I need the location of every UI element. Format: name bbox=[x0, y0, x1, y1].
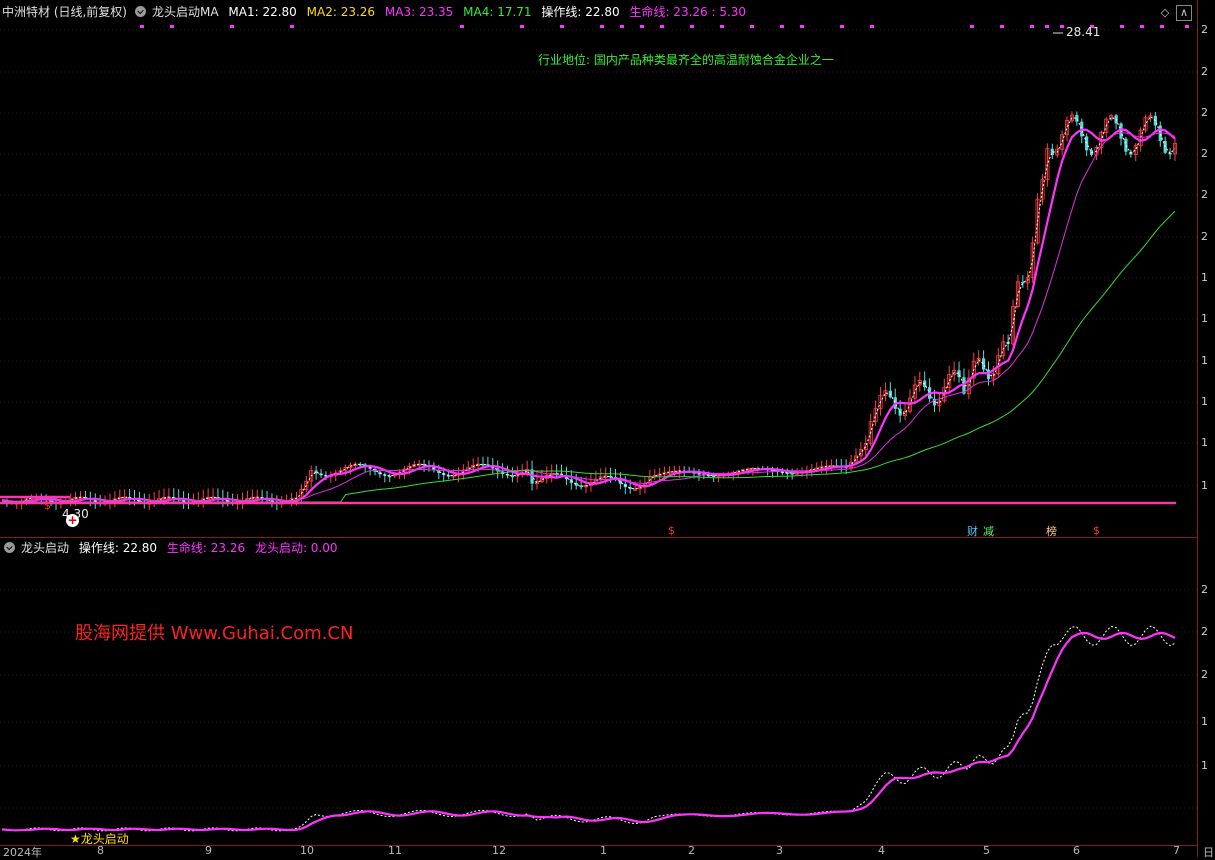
signal-dot bbox=[460, 25, 464, 28]
y-tick: 2 bbox=[1201, 147, 1208, 160]
signal-dot bbox=[1140, 25, 1144, 28]
y-tick: 2 bbox=[1201, 625, 1208, 638]
dollar-mark-2[interactable]: $ bbox=[1093, 524, 1100, 537]
x-tick: 2 bbox=[688, 844, 695, 857]
y-tick: 1 bbox=[1201, 312, 1208, 325]
signal-dot bbox=[750, 25, 754, 28]
x-tick: 6 bbox=[1073, 844, 1080, 857]
signal-dot bbox=[170, 25, 174, 28]
signal-dot bbox=[1160, 25, 1164, 28]
signal-text: 龙头启动 bbox=[80, 832, 129, 846]
y-tick: 1 bbox=[1201, 479, 1208, 492]
y-tick: 1 bbox=[1201, 759, 1208, 772]
x-tick: 3 bbox=[776, 844, 783, 857]
signal-dot bbox=[1060, 25, 1064, 28]
x-tick: 12 bbox=[492, 844, 506, 857]
signal-dot bbox=[1185, 25, 1189, 28]
dollar-mark-3[interactable]: $ bbox=[44, 499, 51, 512]
x-tick: 11 bbox=[388, 844, 402, 857]
x-tick: 7 bbox=[1173, 844, 1180, 857]
x-tick: 9 bbox=[205, 844, 212, 857]
signal-dot bbox=[520, 25, 524, 28]
x-tick: 5 bbox=[983, 844, 990, 857]
signal-dot bbox=[560, 25, 564, 28]
y-tick: 2 bbox=[1201, 188, 1208, 201]
signal-dot bbox=[970, 25, 974, 28]
ma1-line bbox=[1, 115, 1176, 504]
signal-dot bbox=[1030, 25, 1034, 28]
signal-dot bbox=[800, 25, 804, 28]
signal-dot bbox=[780, 25, 784, 28]
ma3-line bbox=[1, 132, 1176, 503]
y-tick: 1 bbox=[1201, 354, 1208, 367]
x-tick: 4 bbox=[878, 844, 885, 857]
finance-event-mark[interactable]: 财 bbox=[967, 523, 978, 539]
signal-dot bbox=[640, 25, 644, 28]
y-tick: 2 bbox=[1201, 583, 1208, 596]
candle-body bbox=[1124, 138, 1128, 152]
signal-dot bbox=[840, 25, 844, 28]
high-price-label: 28.41 bbox=[1066, 25, 1101, 39]
signal-dot bbox=[1120, 25, 1124, 28]
ma4-line bbox=[2, 210, 1176, 503]
y-tick: 2 bbox=[1201, 23, 1208, 36]
y-tick: 2 bbox=[1201, 65, 1208, 78]
rank-event-mark[interactable]: 榜 bbox=[1046, 523, 1057, 539]
signal-dot bbox=[140, 25, 144, 28]
y-tick: 1 bbox=[1201, 271, 1208, 284]
y-tick: 1 bbox=[1201, 715, 1208, 728]
y-tick: 1 bbox=[1201, 436, 1208, 449]
y-tick: 2 bbox=[1201, 230, 1208, 243]
signal-dot bbox=[290, 25, 294, 28]
candle-body bbox=[981, 358, 986, 370]
signal-dot bbox=[870, 25, 874, 28]
signal-dot bbox=[720, 25, 724, 28]
signal-dot bbox=[690, 25, 694, 28]
x-tick: 2024年 bbox=[3, 846, 42, 859]
sub-life-line bbox=[1, 631, 1176, 832]
x-tick: 8 bbox=[97, 844, 104, 857]
signal-dot bbox=[1045, 25, 1049, 28]
signal-dot bbox=[600, 25, 604, 28]
ma2-line bbox=[1, 128, 1176, 504]
corner-label: 日 bbox=[1203, 846, 1214, 859]
signal-dot bbox=[230, 25, 234, 28]
signal-dot bbox=[1000, 25, 1004, 28]
y-tick: 2 bbox=[1201, 106, 1208, 119]
price-chart[interactable] bbox=[0, 0, 1197, 857]
sub-op-line bbox=[1, 625, 1176, 832]
add-icon[interactable]: + bbox=[66, 514, 79, 527]
y-tick: 1 bbox=[1201, 395, 1208, 408]
x-tick: 10 bbox=[300, 844, 314, 857]
reduce-event-mark[interactable]: 减 bbox=[983, 523, 994, 539]
dollar-mark-1[interactable]: $ bbox=[668, 524, 675, 537]
x-tick: 1 bbox=[600, 844, 607, 857]
y-tick: 2 bbox=[1201, 668, 1208, 681]
signal-dot bbox=[620, 25, 624, 28]
right-axis bbox=[1197, 0, 1215, 857]
signal-dot bbox=[660, 25, 664, 28]
